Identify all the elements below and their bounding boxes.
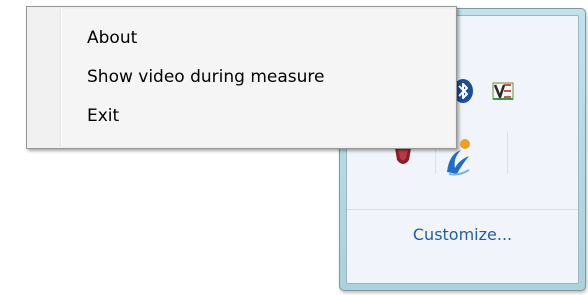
flyout-divider (347, 209, 578, 210)
customize-link[interactable]: Customize... (347, 225, 578, 244)
menu-item-about[interactable]: About (29, 21, 454, 59)
icon-separator (507, 132, 508, 174)
menu-item-label: Show video during measure (87, 67, 325, 87)
vsmail-icon[interactable] (489, 77, 517, 105)
menu-item-show-video[interactable]: Show video during measure (29, 60, 454, 98)
menu-item-exit[interactable]: Exit (29, 99, 454, 137)
menu-item-label: Exit (87, 106, 120, 126)
context-menu: About Show video during measure Exit (26, 6, 457, 149)
shield-icon[interactable] (389, 146, 417, 174)
menu-item-label: About (87, 28, 138, 48)
